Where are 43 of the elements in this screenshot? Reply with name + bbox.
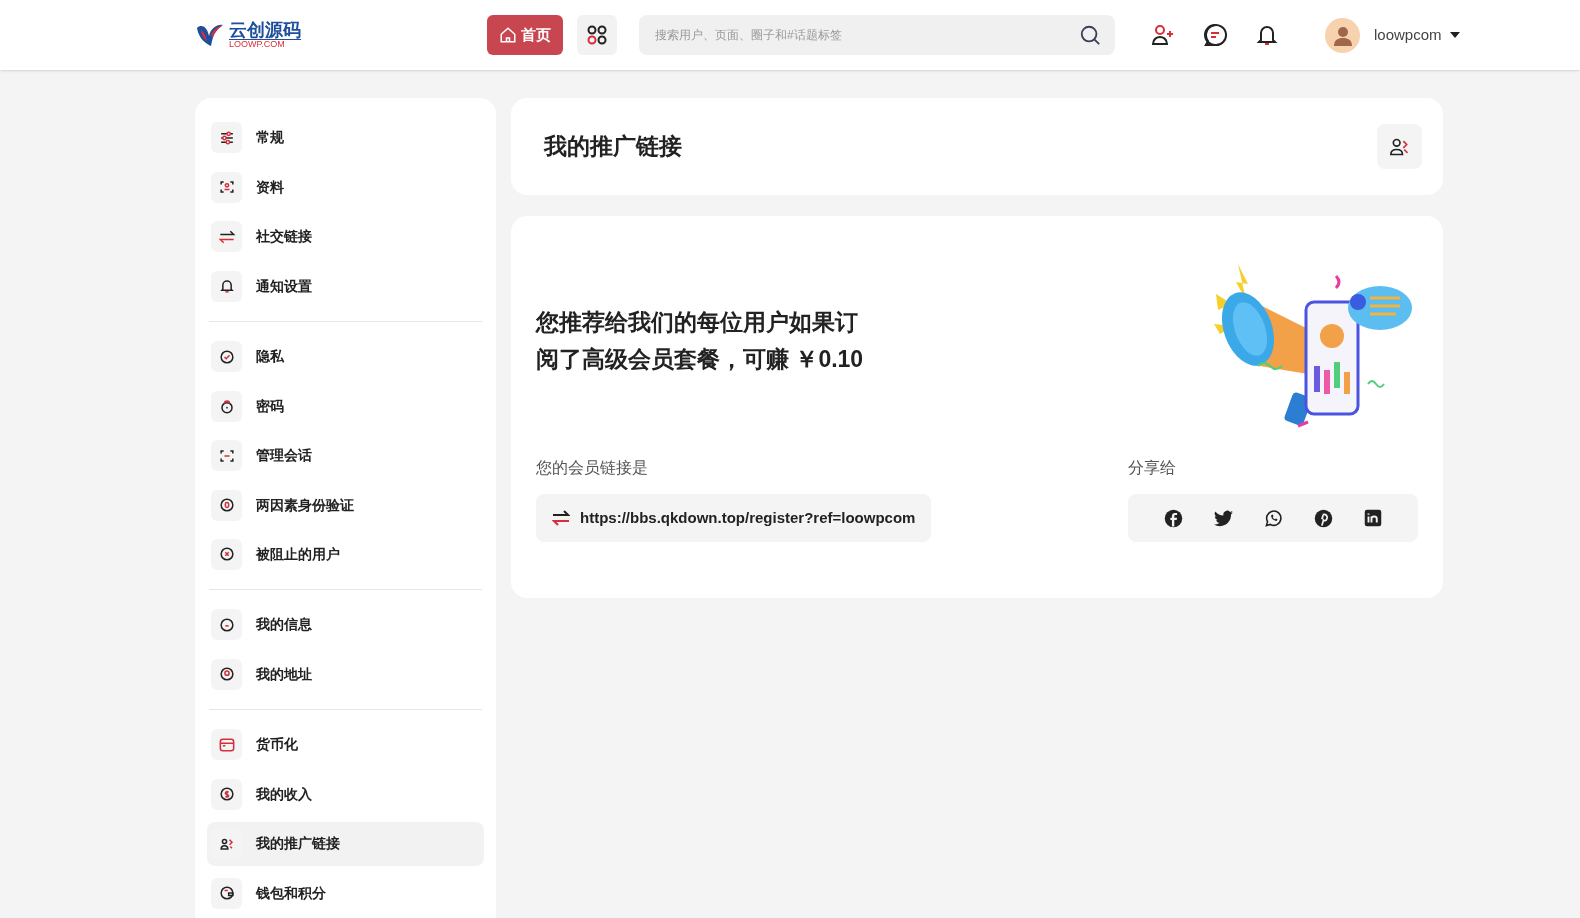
person-silhouette-icon	[1331, 24, 1354, 46]
avatar[interactable]	[1325, 17, 1360, 53]
sidebar-item[interactable]: 我的推广链接	[207, 821, 484, 866]
sidebar-item[interactable]: 资料	[207, 164, 484, 210]
sidebar-item[interactable]: 常规	[207, 115, 484, 160]
sidebar-item[interactable]: 两因素身份验证	[207, 482, 484, 528]
sidebar-item[interactable]: 我的信息	[207, 602, 484, 648]
chat-icon[interactable]	[1203, 23, 1227, 47]
sidebar-item[interactable]: 通知设置	[207, 263, 484, 309]
logo-domain: LOOWP.COM	[229, 39, 301, 49]
facebook-icon[interactable]	[1164, 508, 1183, 528]
sidebar-item[interactable]: 社交链接	[207, 214, 484, 259]
whatsapp-icon[interactable]	[1264, 508, 1283, 528]
sidebar-item[interactable]: 钱包和积分	[207, 871, 484, 916]
sidebar-item[interactable]: 被阻止的用户	[207, 532, 484, 577]
apps-button[interactable]	[577, 15, 617, 55]
link-label: 您的会员链接是	[536, 458, 649, 478]
sidebar-item[interactable]: 我的收入	[207, 772, 484, 817]
add-friend-icon[interactable]	[1151, 23, 1175, 47]
linkedin-icon[interactable]	[1364, 509, 1382, 527]
referral-link-field[interactable]: https://bbs.qkdown.top/register?ref=loowpcom	[536, 494, 932, 542]
page-title: 我的推广链接	[544, 132, 682, 162]
twitter-icon[interactable]	[1214, 509, 1233, 527]
sidebar-item[interactable]: 密码	[207, 383, 484, 429]
users-icon	[1389, 136, 1410, 157]
sidebar-item[interactable]: 管理会话	[207, 433, 484, 478]
referral-button[interactable]	[1377, 124, 1422, 169]
logo-text: 云创源码	[229, 21, 301, 39]
search-icon[interactable]	[1079, 24, 1101, 46]
username[interactable]: loowpcom	[1374, 23, 1442, 47]
bell-icon[interactable]	[1255, 23, 1279, 47]
logo-icon	[195, 22, 225, 48]
share-label: 分享给	[1128, 458, 1177, 478]
sidebar-item[interactable]: 货币化	[207, 722, 484, 768]
sidebar-item[interactable]: 我的地址	[207, 652, 484, 697]
home-icon	[499, 26, 517, 44]
sidebar-item[interactable]: 隐私	[207, 334, 484, 379]
apps-icon	[586, 24, 608, 46]
promo-headline: 您推荐给我们的每位用户如果订阅了高级会员套餐，可赚 ￥0.10	[536, 308, 865, 374]
pinterest-icon[interactable]	[1314, 508, 1333, 528]
home-button[interactable]: 首页	[487, 15, 563, 55]
search-field[interactable]: 搜索用户、页面、圈子和#话题标签	[639, 15, 1115, 55]
caret-icon[interactable]	[1449, 32, 1460, 38]
